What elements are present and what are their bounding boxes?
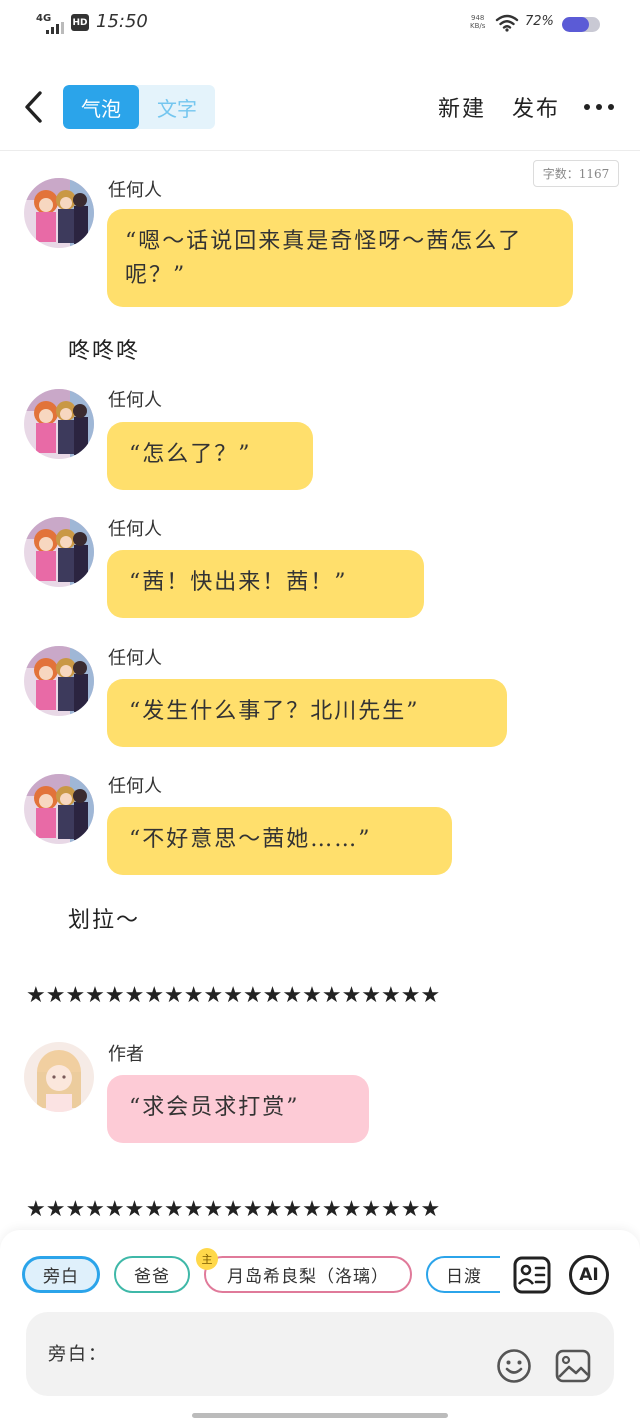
speech-bubble[interactable]: “怎么了？” xyxy=(107,422,313,490)
speaker-name: 作者 xyxy=(108,1044,144,1065)
speech-bubble[interactable]: “发生什么事了？北川先生” xyxy=(107,679,507,747)
narration[interactable]: 咚咚咚 xyxy=(68,333,140,365)
narration[interactable]: 划拉～ xyxy=(68,902,140,934)
speaker-name: 任何人 xyxy=(108,648,162,669)
character-chip-main[interactable]: 月岛希良梨（洛璃） xyxy=(204,1256,412,1293)
character-chip-dad[interactable]: 爸爸 xyxy=(114,1256,190,1293)
speech-bubble[interactable]: “嗯～话说回来真是奇怪呀～茜怎么了呢？” xyxy=(107,209,573,307)
home-indicator[interactable] xyxy=(192,1413,448,1418)
star-divider[interactable]: ★★★★★★★★★★★★★★★★★★★★★ xyxy=(26,1197,440,1222)
tab-text[interactable]: 文字 xyxy=(139,85,215,129)
avatar[interactable] xyxy=(24,646,94,716)
battery-icon xyxy=(562,17,600,32)
speaker-name: 任何人 xyxy=(108,519,162,540)
hd-badge: HD xyxy=(71,14,89,31)
battery-fill xyxy=(562,17,590,32)
more-icon[interactable] xyxy=(584,92,614,122)
speed-unit: KB/s xyxy=(470,22,486,30)
star-divider[interactable]: ★★★★★★★★★★★★★★★★★★★★★ xyxy=(26,983,440,1008)
avatar[interactable] xyxy=(24,389,94,459)
wifi-icon xyxy=(495,14,519,32)
main-character-badge: 主 xyxy=(196,1248,218,1270)
ai-icon: AI xyxy=(579,1265,599,1285)
author-avatar[interactable] xyxy=(24,1042,94,1112)
new-button[interactable]: 新建 xyxy=(438,91,486,123)
input-label: 旁白： xyxy=(48,1344,108,1365)
emoji-icon[interactable] xyxy=(496,1348,532,1384)
header: 气泡 文字 新建 发布 xyxy=(0,80,640,134)
character-chip-narrator[interactable]: 旁白 xyxy=(22,1256,100,1293)
status-bar: 4G HD 15:50 948 KB/s 72% xyxy=(0,0,640,46)
tab-bubble[interactable]: 气泡 xyxy=(63,85,139,129)
speech-bubble[interactable]: “求会员求打赏” xyxy=(107,1075,369,1143)
speaker-name: 任何人 xyxy=(108,180,162,201)
signal-icon xyxy=(46,22,64,34)
avatar[interactable] xyxy=(24,178,94,248)
speed-value: 948 xyxy=(471,14,485,22)
bottom-panel: 旁白 爸爸 月岛希良梨（洛璃） 主 日渡 AI 旁白： xyxy=(0,1230,640,1422)
publish-button[interactable]: 发布 xyxy=(512,91,560,123)
narration-input[interactable]: 旁白： xyxy=(26,1312,614,1396)
mode-switch: 气泡 文字 xyxy=(63,85,215,129)
character-chip-hitoshi[interactable]: 日渡 xyxy=(426,1256,500,1293)
word-count: 字数：1167 xyxy=(533,160,619,187)
back-button[interactable] xyxy=(18,86,48,128)
speaker-name: 任何人 xyxy=(108,776,162,797)
ai-button[interactable]: AI xyxy=(569,1255,609,1295)
image-icon[interactable] xyxy=(554,1348,592,1384)
character-card-icon[interactable] xyxy=(512,1255,552,1295)
header-divider xyxy=(0,150,640,151)
speech-bubble[interactable]: “茜！快出来！茜！” xyxy=(107,550,424,618)
network-speed: 948 KB/s xyxy=(470,14,485,30)
character-selector: 旁白 爸爸 月岛希良梨（洛璃） 主 日渡 xyxy=(0,1230,500,1320)
clock: 15:50 xyxy=(96,11,148,32)
back-arrow-icon xyxy=(25,91,42,123)
speech-bubble[interactable]: “不好意思～茜她……” xyxy=(107,807,452,875)
avatar[interactable] xyxy=(24,517,94,587)
battery-text: 72% xyxy=(525,14,554,29)
avatar[interactable] xyxy=(24,774,94,844)
speaker-name: 任何人 xyxy=(108,390,162,411)
